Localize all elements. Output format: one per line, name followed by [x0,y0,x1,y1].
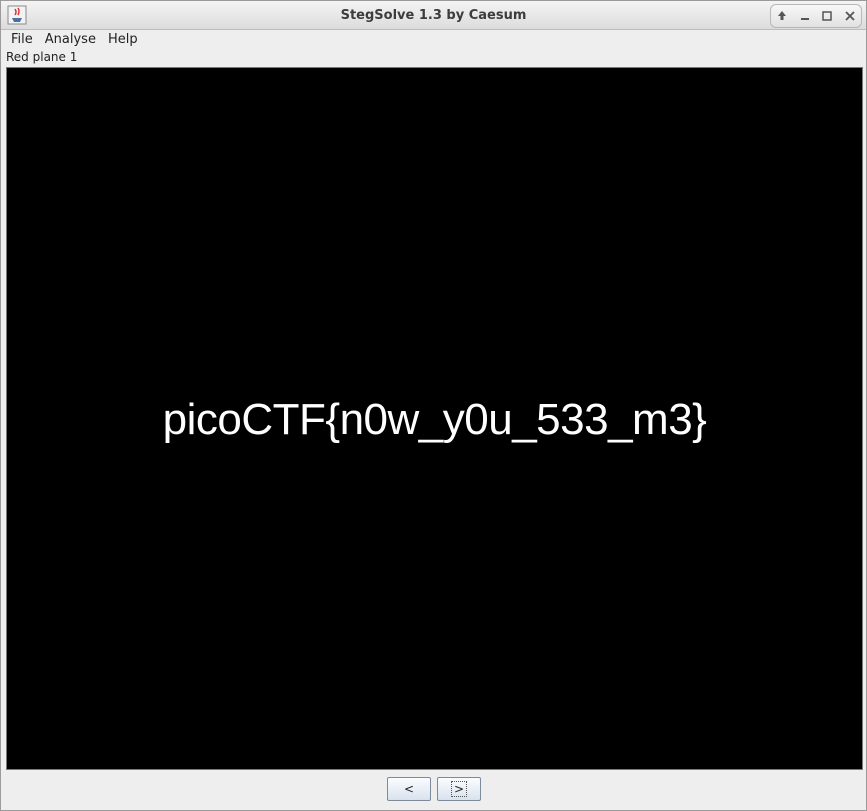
menu-bar: File Analyse Help [1,30,866,49]
menu-analyse[interactable]: Analyse [39,32,102,47]
minimize-icon[interactable] [797,8,813,24]
window-controls [770,4,862,28]
menu-help[interactable]: Help [102,32,144,47]
title-bar[interactable]: StegSolve 1.3 by Caesum [1,1,866,30]
pin-icon[interactable] [774,8,790,24]
menu-file[interactable]: File [1,32,39,47]
app-window: StegSolve 1.3 by Caesum File Analyse Hel… [0,0,867,811]
close-icon[interactable] [842,8,858,24]
next-plane-label: > [450,781,468,797]
prev-plane-button[interactable]: < [387,777,431,801]
maximize-icon[interactable] [819,8,835,24]
flag-text: picoCTF{n0w_y0u_533_m3} [162,395,707,444]
window-title: StegSolve 1.3 by Caesum [340,8,527,23]
plane-label: Red plane 1 [6,50,78,64]
image-canvas: picoCTF{n0w_y0u_533_m3} [6,67,863,770]
next-plane-button[interactable]: > [437,777,481,801]
